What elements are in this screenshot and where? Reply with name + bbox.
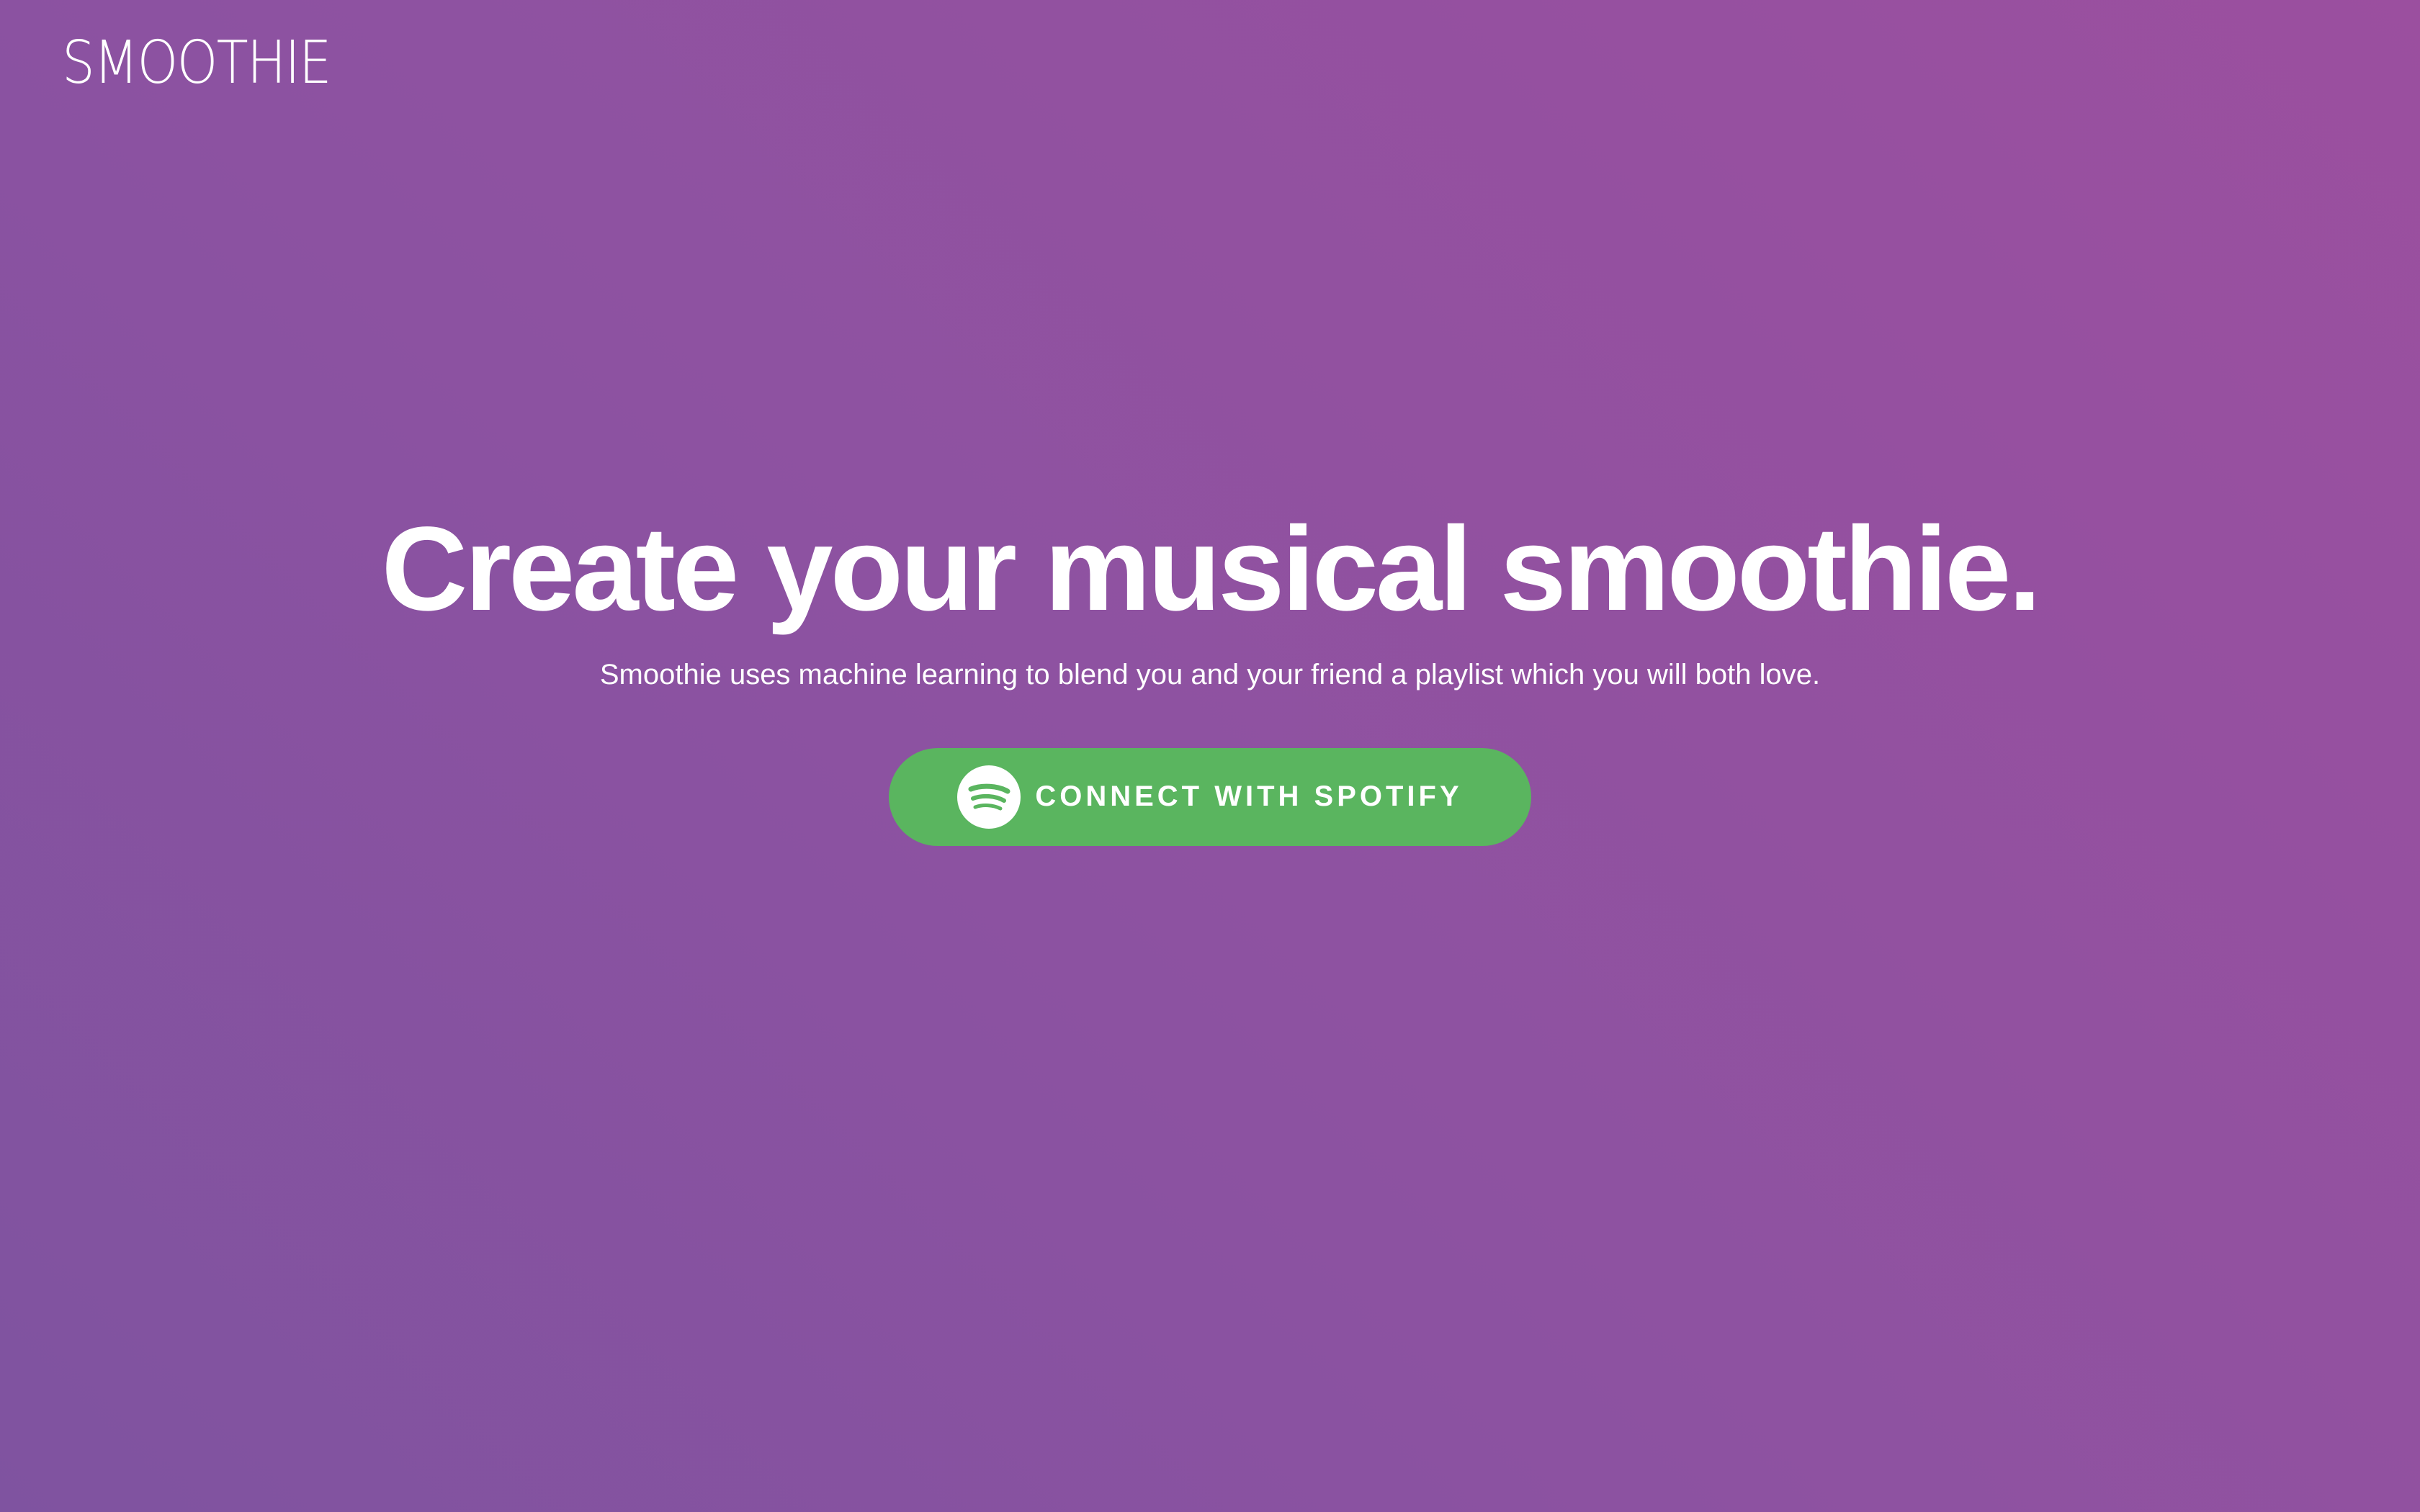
spotify-icon bbox=[957, 765, 1021, 829]
hero-section: Create your musical smoothie. Smoothie u… bbox=[0, 503, 2420, 846]
logo-text: SMOOTHIE bbox=[62, 29, 332, 97]
smoothie-logo[interactable]: SMOOTHIE bbox=[62, 29, 367, 97]
spotify-button-label: CONNECT WITH SPOTIFY bbox=[1035, 780, 1463, 813]
page-subtitle: Smoothie uses machine learning to blend … bbox=[599, 658, 1821, 690]
connect-with-spotify-button[interactable]: CONNECT WITH SPOTIFY bbox=[889, 747, 1531, 846]
page-title: Create your musical smoothie. bbox=[381, 503, 2042, 636]
